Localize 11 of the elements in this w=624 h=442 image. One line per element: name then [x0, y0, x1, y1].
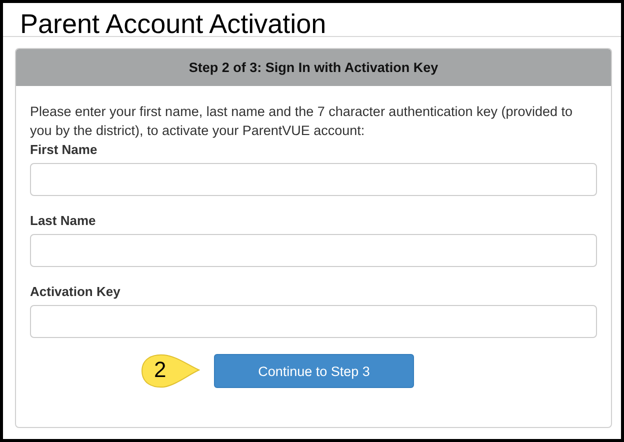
page-title: Parent Account Activation	[3, 3, 621, 37]
field-label: Activation Key	[30, 284, 120, 299]
continue-button[interactable]: Continue to Step 3	[214, 354, 414, 388]
instructions-text: Please enter your first name, last name and the 7 character authentication key (provided to you by the district), to activate your ParentVUE account:	[30, 103, 574, 140]
callout-number: 2	[154, 357, 166, 383]
panel-heading: Step 2 of 3: Sign In with Activation Key	[16, 49, 611, 86]
field-label: First Name	[30, 142, 98, 157]
input-field[interactable]	[30, 234, 597, 267]
input-field[interactable]	[30, 305, 597, 338]
input-field[interactable]	[30, 163, 597, 196]
field-label: Last Name	[30, 213, 96, 228]
